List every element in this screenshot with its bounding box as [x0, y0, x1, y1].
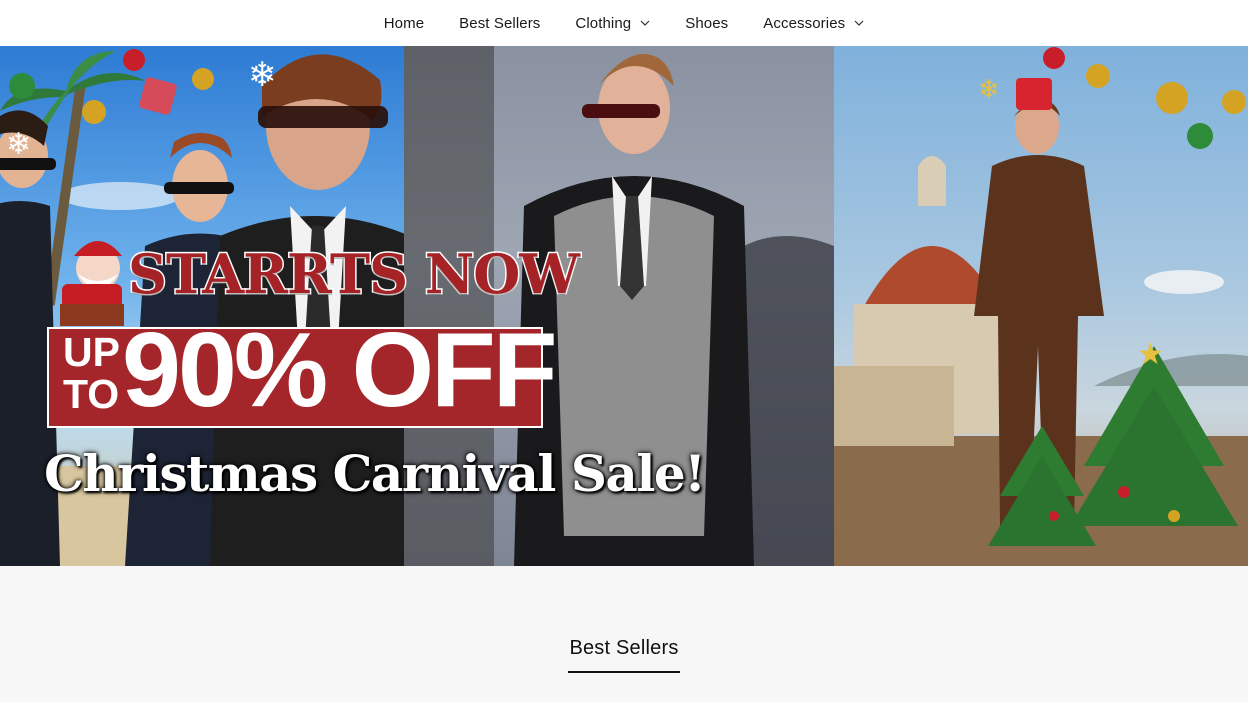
up-to-label: UP TO: [63, 331, 120, 415]
section-title[interactable]: Best Sellers: [0, 637, 1248, 660]
nav-item-home[interactable]: Home: [384, 4, 424, 42]
nav-item-shoes[interactable]: Shoes: [685, 4, 728, 42]
chevron-down-icon: [640, 20, 650, 26]
nav-item-label: Best Sellers: [459, 14, 541, 32]
nav-item-label: Shoes: [685, 14, 729, 32]
svg-text:★: ★: [1137, 338, 1164, 371]
main-navigation: Home Best Sellers Clothing Shoes Accesso…: [0, 0, 1248, 46]
discount-text: 90% OFF: [122, 311, 558, 429]
up-to-line-1: UP: [63, 329, 120, 375]
sale-name: Christmas Carnival Sale!: [44, 444, 706, 503]
svg-text:❄: ❄: [248, 56, 277, 94]
florence-scene-image: ★ ❄: [834, 47, 1248, 566]
nav-item-label: Clothing: [575, 14, 632, 32]
nav-item-label: Accessories: [763, 14, 846, 32]
nav-item-label: Home: [383, 14, 425, 32]
svg-text:❄: ❄: [6, 128, 31, 161]
nav-item-accessories[interactable]: Accessories: [763, 4, 864, 42]
up-to-line-2: TO: [63, 371, 120, 417]
nav-item-best-sellers[interactable]: Best Sellers: [459, 4, 540, 42]
chevron-down-icon: [854, 20, 864, 26]
hero-banner[interactable]: ❄ ❄ ★ ❄ STARRTS NOW UP TO 90% OFF Christ…: [0, 46, 1248, 566]
nav-item-clothing[interactable]: Clothing: [575, 4, 650, 42]
hero-panel-florence: ★ ❄: [834, 46, 1248, 566]
best-sellers-section: Best Sellers: [0, 566, 1248, 702]
svg-text:❄: ❄: [978, 74, 1000, 104]
section-title-underline: [568, 671, 680, 673]
hero-headline: STARRTS NOW: [127, 241, 582, 308]
